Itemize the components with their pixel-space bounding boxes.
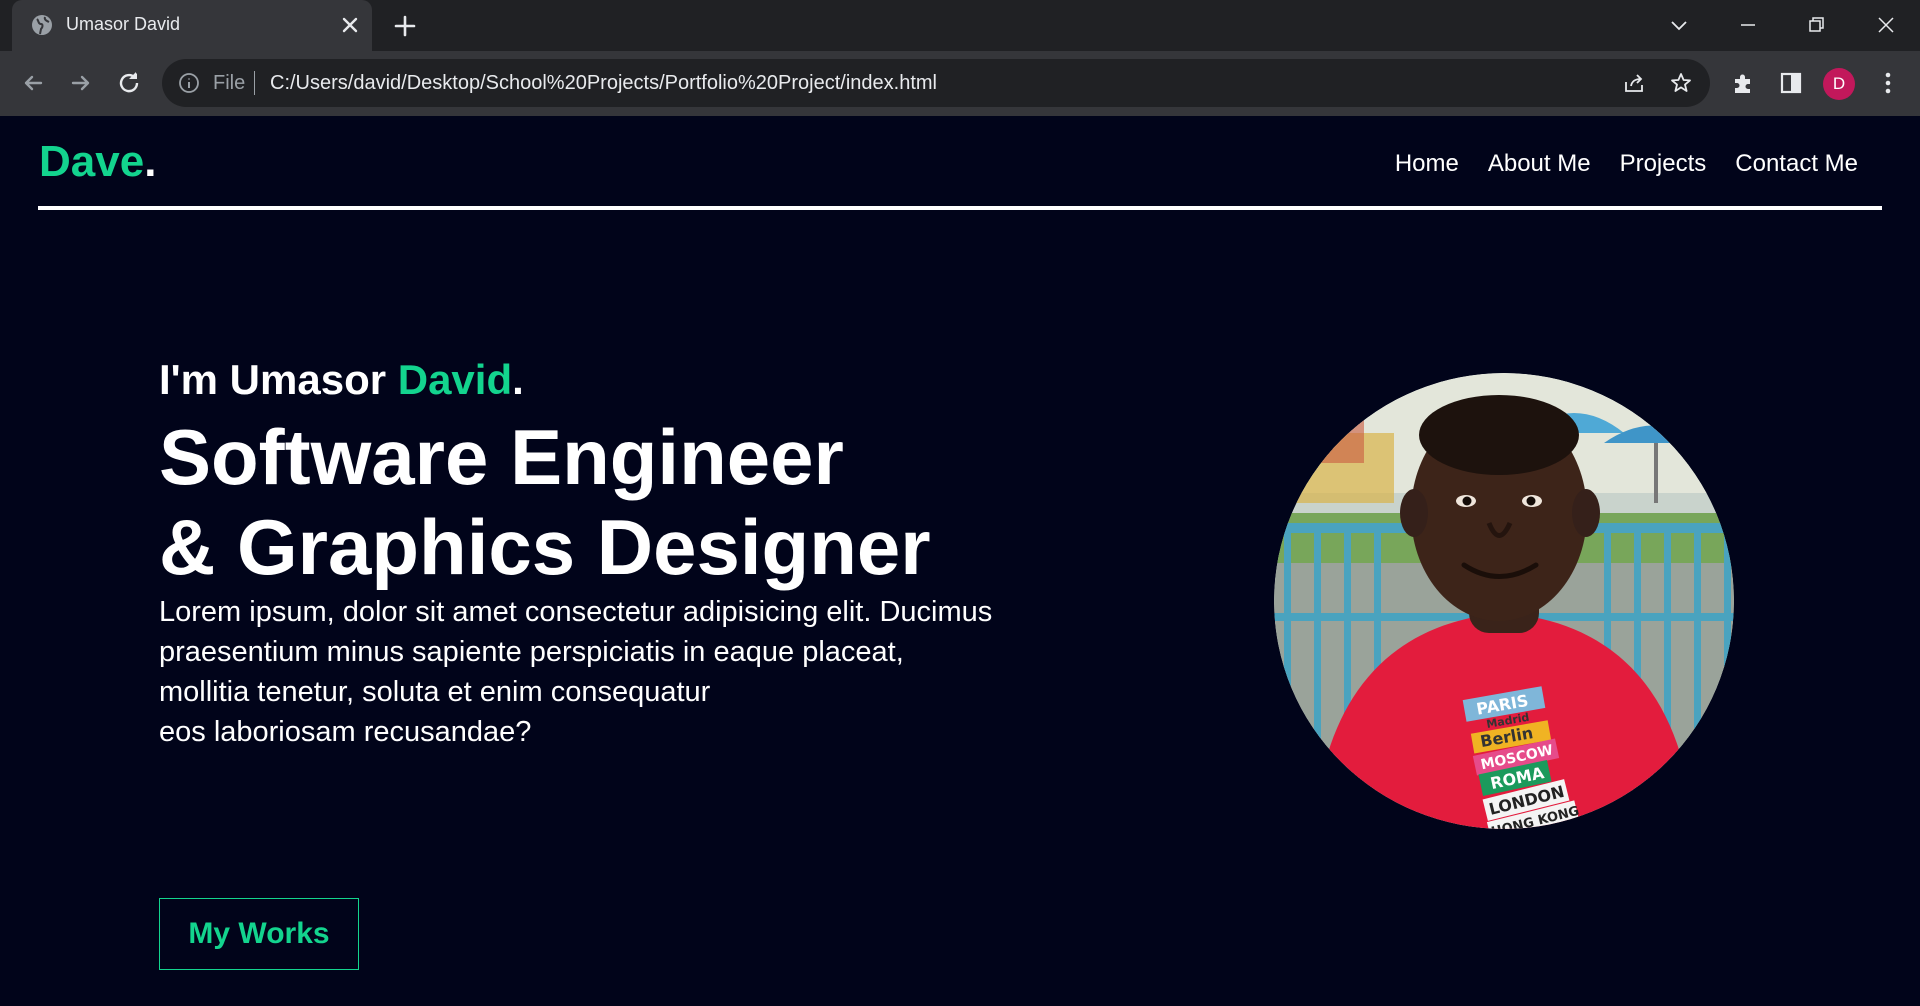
forward-arrow-icon[interactable] (67, 69, 95, 97)
bookmark-star-icon[interactable] (1669, 71, 1693, 95)
nav-about-me[interactable]: About Me (1488, 150, 1591, 178)
description-line: Lorem ipsum, dolor sit amet consectetur … (159, 596, 993, 628)
hero-intro: I'm Umasor David. (159, 354, 1059, 406)
description-line: mollitia tenetur, soluta et enim consequ… (159, 676, 711, 708)
close-window-icon[interactable] (1873, 12, 1899, 38)
browser-tab[interactable]: Umasor David (12, 0, 372, 51)
browser-tabstrip: Umasor David (0, 0, 1920, 51)
header-divider (38, 206, 1882, 210)
my-works-button[interactable]: My Works (159, 898, 359, 970)
nav-home[interactable]: Home (1395, 150, 1459, 178)
site-logo[interactable]: Dave. (39, 137, 156, 187)
profile-photo: PARIS Madrid Berlin MOSCOW ROMA LONDON H… (1274, 373, 1734, 829)
minimize-icon[interactable] (1735, 12, 1761, 38)
side-panel-icon[interactable] (1778, 70, 1804, 96)
tab-title: Umasor David (66, 14, 181, 34)
description-line: eos laboriosam recusandae? (159, 716, 532, 748)
browser-toolbar: File C:/Users/david/Desktop/School%20Pro… (0, 51, 1920, 116)
hero-section: I'm Umasor David. Software Engineer & Gr… (159, 354, 1059, 970)
file-scheme-label: File (213, 72, 246, 94)
profile-avatar[interactable]: D (1823, 68, 1855, 100)
url-text[interactable]: C:/Users/david/Desktop/School%20Projects… (270, 72, 937, 95)
globe-icon (32, 15, 52, 35)
logo-text: Dave (39, 137, 145, 186)
nav-projects[interactable]: Projects (1620, 150, 1707, 178)
hero-headline: Software Engineer & Graphics Designer (159, 412, 1059, 592)
restore-icon[interactable] (1803, 12, 1829, 38)
headline-line-1: Software Engineer (159, 413, 844, 501)
more-menu-icon[interactable] (1875, 70, 1901, 96)
back-arrow-icon[interactable] (19, 69, 47, 97)
intro-prefix: I'm Umasor (159, 356, 398, 403)
info-icon[interactable] (178, 72, 200, 94)
extensions-puzzle-icon[interactable] (1730, 70, 1756, 96)
share-icon[interactable] (1622, 71, 1646, 95)
new-tab-icon[interactable] (392, 13, 418, 39)
close-tab-icon[interactable] (340, 15, 360, 35)
hero-description: Lorem ipsum, dolor sit amet consectetur … (159, 592, 1019, 752)
intro-suffix: . (512, 356, 524, 403)
reload-icon[interactable] (115, 69, 143, 97)
description-line: praesentium minus sapiente perspiciatis … (159, 636, 904, 668)
logo-dot: . (144, 137, 157, 186)
nav-contact-me[interactable]: Contact Me (1735, 150, 1858, 178)
address-bar[interactable]: File C:/Users/david/Desktop/School%20Pro… (162, 59, 1710, 107)
headline-line-2: & Graphics Designer (159, 503, 931, 591)
main-nav: Home About Me Projects Contact Me (1395, 150, 1858, 178)
address-separator (254, 71, 255, 95)
intro-name: David (397, 356, 513, 403)
tab-search-icon[interactable] (1666, 12, 1692, 38)
portfolio-page: Dave. Home About Me Projects Contact Me … (0, 116, 1920, 1006)
